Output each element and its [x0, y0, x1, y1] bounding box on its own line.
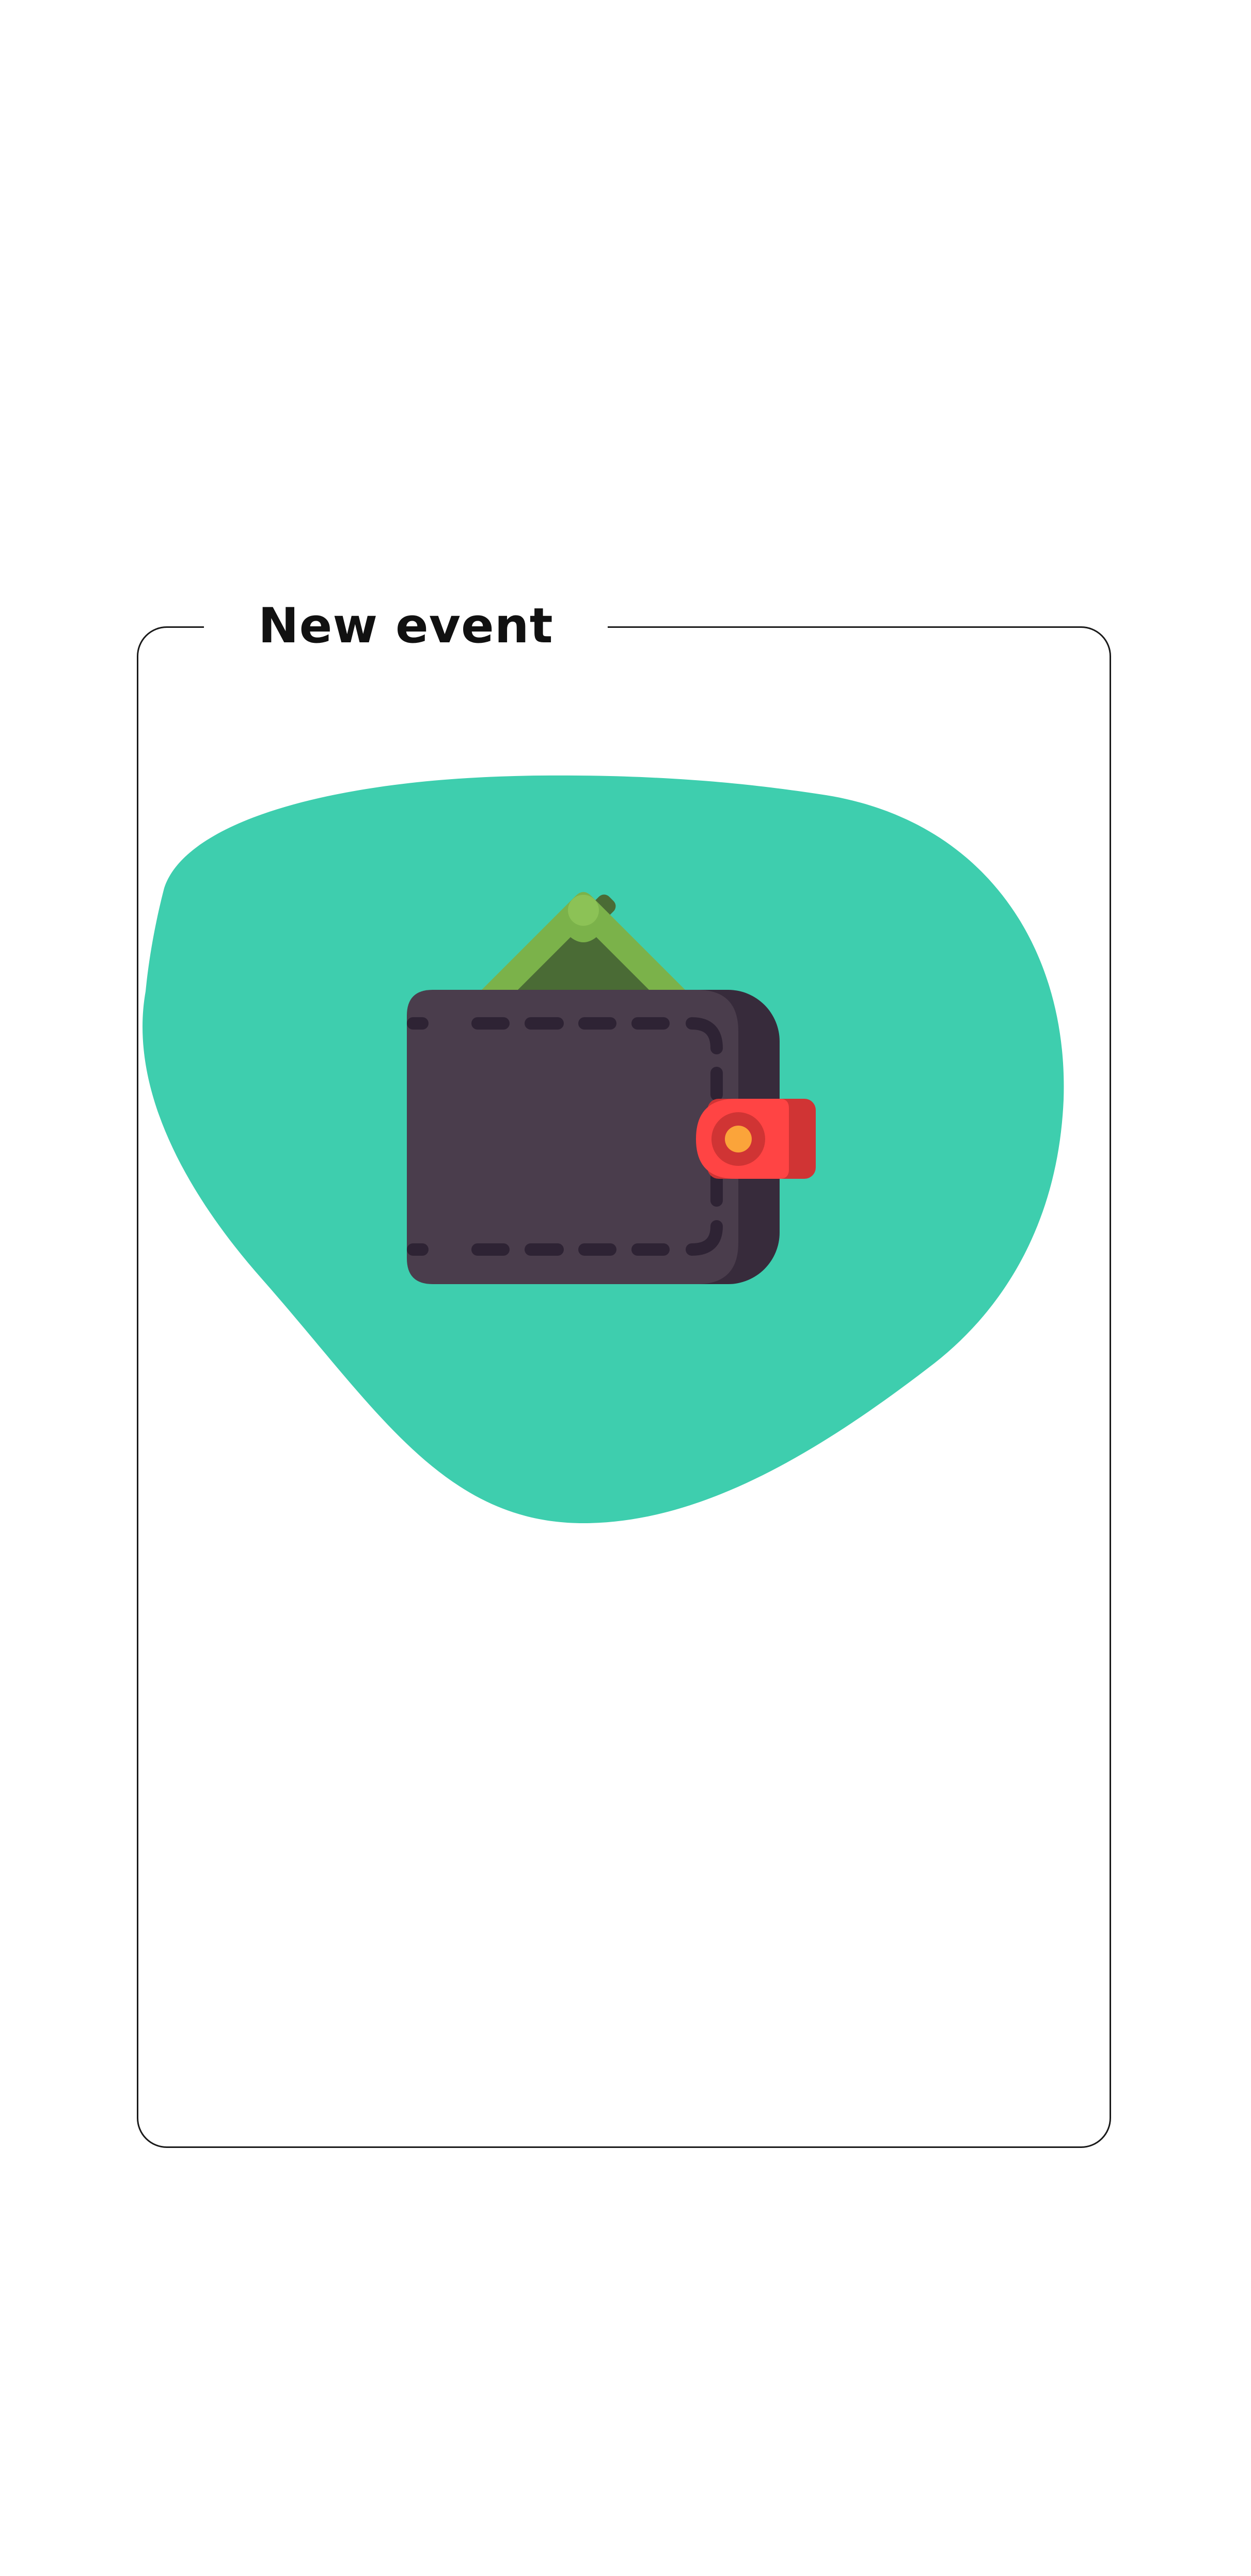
wallet-illustration [139, 764, 1069, 1539]
card-title: New event [204, 593, 608, 660]
clasp [696, 1099, 816, 1179]
